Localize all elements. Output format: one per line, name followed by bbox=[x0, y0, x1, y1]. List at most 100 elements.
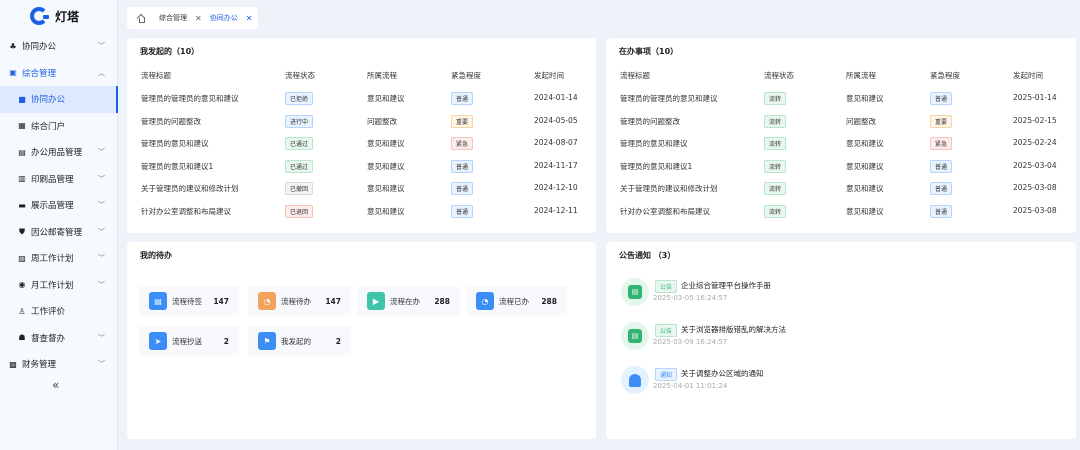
cell-time: 2025-02-24 bbox=[1013, 138, 1057, 147]
sidebar-item[interactable]: ◉ 月工作计划 ﹀ bbox=[0, 272, 118, 299]
cell-title[interactable]: 针对办公室调整和布局建议 bbox=[141, 206, 231, 217]
chevron-down-icon: ﹀ bbox=[98, 333, 105, 342]
user-icon: ♙ bbox=[18, 306, 26, 316]
flag-icon: ⚑ bbox=[258, 332, 276, 350]
sidebar-item[interactable]: ▬ 展示品管理 ﹀ bbox=[0, 192, 118, 219]
logo[interactable]: 灯塔 bbox=[30, 6, 79, 26]
cell-time: 2025-03-08 bbox=[1013, 183, 1057, 192]
todo-count: 2 bbox=[335, 336, 341, 346]
cell-flow: 意见和建议 bbox=[846, 139, 884, 148]
status-badge: 流转 bbox=[764, 159, 787, 173]
cell-title[interactable]: 管理员的管理员的意见和建议 bbox=[141, 93, 239, 104]
column-header: 流程状态 bbox=[764, 71, 794, 80]
todo-item[interactable]: ➤ 流程抄送 2 bbox=[139, 326, 239, 356]
column-header: 所属流程 bbox=[846, 71, 876, 80]
column-header: 流程状态 bbox=[285, 71, 315, 80]
urgency-badge: 重要 bbox=[451, 114, 474, 128]
briefcase-icon: ▤ bbox=[18, 147, 26, 157]
square-icon: ■ bbox=[18, 94, 26, 104]
document-icon: ▤ bbox=[149, 292, 167, 310]
notice-doc-icon: ▤ bbox=[621, 278, 649, 306]
chevron-down-icon: ﹀ bbox=[98, 227, 105, 236]
todo-item[interactable]: ◔ 流程待办 147 bbox=[248, 286, 351, 316]
cell-flow: 意见和建议 bbox=[846, 161, 884, 171]
notice-title[interactable]: 关于浏览器排版错乱的解决方法 bbox=[681, 324, 786, 335]
sidebar-item[interactable]: ♣ 协同办公 ﹀ bbox=[0, 33, 118, 60]
column-header: 发起时间 bbox=[534, 71, 564, 80]
sidebar-item[interactable]: ⛊ 因公邮寄管理 ﹀ bbox=[0, 219, 118, 246]
todo-title: 我的待办 bbox=[140, 251, 172, 260]
todo-label: 流程已办 bbox=[499, 296, 529, 306]
cell-title[interactable]: 管理员的管理员的意见和建议 bbox=[620, 93, 718, 104]
todo-count: 288 bbox=[541, 296, 557, 306]
sidebar-item[interactable]: ▣ 综合管理 ︿ bbox=[0, 60, 118, 87]
urgency-badge: 紧急 bbox=[451, 137, 474, 150]
cell-title[interactable]: 针对办公室调整和布局建议 bbox=[620, 206, 710, 217]
cell-title[interactable]: 管理员的问题整改 bbox=[620, 116, 680, 127]
cell-title[interactable]: 管理员的意见和建议1 bbox=[620, 161, 692, 172]
column-header: 流程标题 bbox=[620, 71, 650, 80]
notice-title[interactable]: 关于调整办公区域的通知 bbox=[681, 368, 764, 379]
cell-flow: 意见和建议 bbox=[367, 184, 405, 193]
urgency-badge: 普通 bbox=[930, 92, 953, 105]
notice-tag: 通知 bbox=[655, 368, 678, 381]
play-icon: ▶ bbox=[367, 292, 385, 310]
todo-label: 我发起的 bbox=[281, 336, 311, 346]
cell-title[interactable]: 关于管理员的建议和修改计划 bbox=[141, 183, 239, 194]
chevron-down-icon: ﹀ bbox=[98, 174, 105, 183]
apps-icon: ♣ bbox=[9, 41, 17, 51]
cell-flow: 问题整改 bbox=[846, 116, 876, 126]
todo-item[interactable]: ▶ 流程在办 288 bbox=[357, 286, 460, 316]
cell-title[interactable]: 管理员的问题整改 bbox=[141, 116, 201, 127]
cell-title[interactable]: 关于管理员的建议和修改计划 bbox=[620, 183, 718, 194]
home-icon[interactable] bbox=[136, 13, 147, 23]
notice-tag: 公告 bbox=[655, 324, 678, 337]
notice-item[interactable]: ▤ 公告 关于浏览器排版错乱的解决方法 2025-03-09 16:24:57 bbox=[621, 322, 1061, 362]
sidebar-item-label: 财务管理 bbox=[22, 360, 57, 371]
todo-label: 流程在办 bbox=[390, 296, 420, 306]
sidebar-item[interactable]: ▥ 印刷品管理 ﹀ bbox=[0, 166, 118, 193]
cell-title[interactable]: 管理员的意见和建议 bbox=[141, 138, 209, 149]
sidebar-item[interactable]: ♙ 工作评价 bbox=[0, 298, 118, 325]
status-badge: 流转 bbox=[764, 204, 787, 218]
status-badge: 流转 bbox=[764, 92, 787, 105]
sidebar-item[interactable]: ▨ 周工作计划 ﹀ bbox=[0, 245, 118, 272]
column-header: 流程标题 bbox=[141, 71, 171, 80]
collapse-sidebar-icon[interactable]: « bbox=[52, 378, 59, 392]
sidebar-item-label: 综合门户 bbox=[31, 121, 66, 132]
sidebar-item[interactable]: ▤ 办公用品管理 ﹀ bbox=[0, 139, 118, 166]
sidebar-item[interactable]: ■ 协同办公 bbox=[0, 86, 118, 113]
cell-time: 2024-05-05 bbox=[534, 115, 578, 125]
cell-title[interactable]: 管理员的意见和建议1 bbox=[141, 161, 213, 172]
notice-item[interactable]: 通知 关于调整办公区域的通知 2025-04-01 11:01:24 bbox=[621, 366, 1061, 406]
todo-label: 流程待办 bbox=[281, 296, 311, 306]
close-tab-icon[interactable]: ✕ bbox=[246, 14, 253, 23]
notice-date: 2025-04-01 11:01:24 bbox=[653, 382, 728, 390]
tab-comprehensive-management[interactable]: 综合管理 bbox=[159, 13, 187, 23]
urgency-badge: 普通 bbox=[930, 159, 953, 173]
cell-flow: 意见和建议 bbox=[367, 161, 405, 171]
cell-title[interactable]: 管理员的意见和建议 bbox=[620, 138, 688, 149]
sidebar-item[interactable]: ▩ 财务管理 ﹀ bbox=[0, 351, 118, 378]
shield-icon: ⛊ bbox=[19, 226, 25, 236]
close-tab-icon[interactable]: ✕ bbox=[195, 14, 202, 23]
todo-count: 147 bbox=[325, 296, 341, 306]
clock-icon: ◔ bbox=[476, 292, 494, 310]
chevron-down-icon: ﹀ bbox=[98, 254, 105, 262]
logo-icon bbox=[30, 6, 52, 26]
notice-item[interactable]: ▤ 公告 企业综合管理平台操作手册 2025-03-05 16:24:57 bbox=[621, 278, 1061, 318]
initiated-title: 我发起的（10） bbox=[140, 47, 200, 56]
sidebar-item[interactable]: ▦ 综合门户 bbox=[0, 113, 118, 140]
tab-collaborative-office[interactable]: 协同办公 bbox=[210, 13, 238, 23]
notice-title[interactable]: 企业综合管理平台操作手册 bbox=[681, 280, 771, 291]
pending-card: 在办事项（10） 流程标题 流程状态 所属流程 紧急程度 发起时间 管理员的管理员的意见和… bbox=[606, 38, 1076, 233]
todo-item[interactable]: ▤ 流程待签 147 bbox=[139, 286, 239, 316]
cell-flow: 意见和建议 bbox=[846, 206, 884, 216]
cell-time: 2025-03-08 bbox=[1013, 205, 1057, 215]
todo-item[interactable]: ◔ 流程已办 288 bbox=[466, 286, 567, 316]
cell-time: 2025-01-14 bbox=[1013, 93, 1057, 102]
status-badge: 已退回 bbox=[285, 204, 314, 218]
todo-item[interactable]: ⚑ 我发起的 2 bbox=[248, 326, 351, 356]
sidebar-item[interactable]: ☗ 督查督办 ﹀ bbox=[0, 325, 118, 352]
cell-flow: 意见和建议 bbox=[846, 94, 884, 103]
